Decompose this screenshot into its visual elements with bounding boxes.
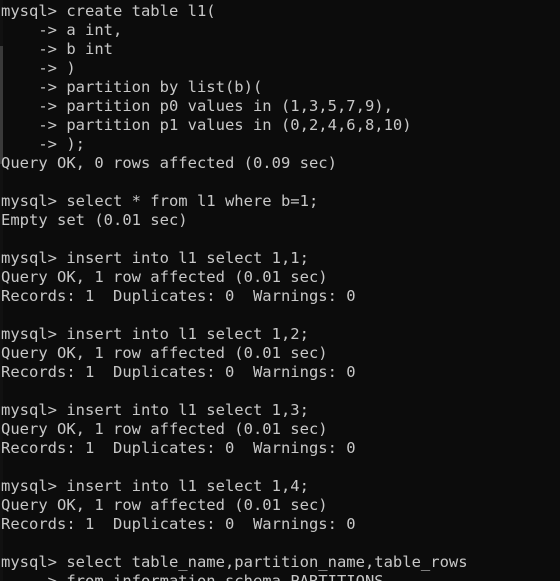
terminal-line-result: Query OK, 1 row affected (0.01 sec) — [1, 268, 328, 286]
terminal-line-command: -> a int, — [1, 21, 123, 39]
terminal-line-command: mysql> select table_name,partition_name,… — [1, 553, 468, 571]
terminal-line-command: -> from information_schema.PARTITIONS — [1, 572, 384, 581]
mysql-terminal-window[interactable]: mysql> create table l1( -> a int, -> b i… — [0, 0, 560, 581]
terminal-line-command: mysql> insert into l1 select 1,4; — [1, 477, 309, 495]
terminal-line-result: Query OK, 0 rows affected (0.09 sec) — [1, 154, 337, 172]
terminal-line-result: Records: 1 Duplicates: 0 Warnings: 0 — [1, 439, 356, 457]
terminal-line-command: -> b int — [1, 40, 113, 58]
terminal-line-command: mysql> create table l1( — [1, 2, 216, 20]
terminal-line-command: -> partition p0 values in (1,3,5,7,9), — [1, 97, 393, 115]
terminal-line-command: -> partition p1 values in (0,2,4,6,8,10) — [1, 116, 412, 134]
terminal-line-command: -> ); — [1, 135, 85, 153]
terminal-console-output[interactable]: mysql> create table l1( -> a int, -> b i… — [0, 0, 560, 581]
terminal-line-command: mysql> select * from l1 where b=1; — [1, 192, 319, 210]
terminal-line-result: Query OK, 1 row affected (0.01 sec) — [1, 496, 328, 514]
terminal-line-result: Records: 1 Duplicates: 0 Warnings: 0 — [1, 515, 356, 533]
terminal-line-result: Empty set (0.01 sec) — [1, 211, 188, 229]
terminal-line-result: Query OK, 1 row affected (0.01 sec) — [1, 344, 328, 362]
terminal-line-result: Query OK, 1 row affected (0.01 sec) — [1, 420, 328, 438]
terminal-line-command: mysql> insert into l1 select 1,1; — [1, 249, 309, 267]
terminal-line-command: mysql> insert into l1 select 1,3; — [1, 401, 309, 419]
terminal-line-command: -> ) — [1, 59, 76, 77]
terminal-line-command: -> partition by list(b)( — [1, 78, 263, 96]
terminal-line-result: Records: 1 Duplicates: 0 Warnings: 0 — [1, 363, 356, 381]
terminal-line-command: mysql> insert into l1 select 1,2; — [1, 325, 309, 343]
terminal-line-result: Records: 1 Duplicates: 0 Warnings: 0 — [1, 287, 356, 305]
